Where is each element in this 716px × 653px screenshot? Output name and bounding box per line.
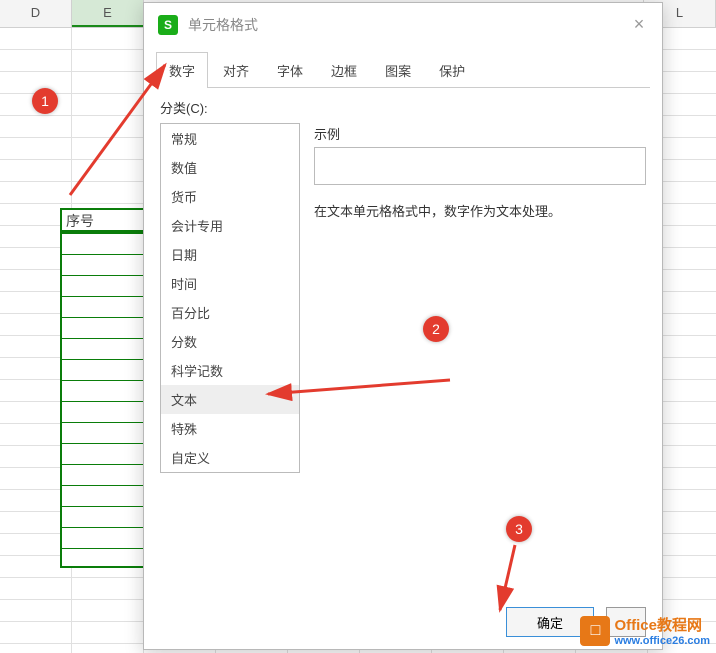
category-list[interactable]: 常规 数值 货币 会计专用 日期 时间 百分比 分数 科学记数 文本 特殊 自定…	[160, 123, 300, 473]
cat-scientific[interactable]: 科学记数	[161, 356, 299, 385]
dialog-titlebar[interactable]: S 单元格格式 ×	[144, 3, 662, 47]
col-header-d[interactable]: D	[0, 0, 72, 27]
watermark-line1: Office教程网	[614, 614, 710, 635]
cat-general[interactable]: 常规	[161, 124, 299, 153]
tab-align[interactable]: 对齐	[210, 52, 262, 88]
tab-border[interactable]: 边框	[318, 52, 370, 88]
cat-fraction[interactable]: 分数	[161, 327, 299, 356]
cat-special[interactable]: 特殊	[161, 414, 299, 443]
cat-percent[interactable]: 百分比	[161, 298, 299, 327]
cat-accounting[interactable]: 会计专用	[161, 211, 299, 240]
tab-protect[interactable]: 保护	[426, 52, 478, 88]
cat-date[interactable]: 日期	[161, 240, 299, 269]
dialog-title: 单元格格式	[188, 15, 258, 35]
tab-font[interactable]: 字体	[264, 52, 316, 88]
cat-currency[interactable]: 货币	[161, 182, 299, 211]
app-icon: S	[158, 15, 178, 35]
cat-time[interactable]: 时间	[161, 269, 299, 298]
annotation-badge-1: 1	[32, 88, 58, 114]
selected-header-cell[interactable]: 序号	[60, 208, 146, 232]
close-icon[interactable]: ×	[630, 15, 648, 33]
cat-custom[interactable]: 自定义	[161, 443, 299, 472]
watermark-line2: www.office26.com	[614, 635, 710, 647]
format-description: 在文本单元格格式中，数字作为文本处理。	[314, 201, 646, 223]
tab-pattern[interactable]: 图案	[372, 52, 424, 88]
sample-label: 示例	[314, 124, 646, 143]
selected-range[interactable]	[60, 232, 146, 568]
cell-format-dialog: S 单元格格式 × 数字 对齐 字体 边框 图案 保护 分类(C): 常规 数值…	[143, 2, 663, 650]
watermark-icon: □	[580, 616, 610, 646]
right-pane: 示例 在文本单元格格式中，数字作为文本处理。	[314, 124, 646, 223]
col-header-e[interactable]: E	[72, 0, 144, 27]
watermark: □ Office教程网 www.office26.com	[580, 614, 710, 647]
tab-number[interactable]: 数字	[156, 52, 208, 88]
cat-number[interactable]: 数值	[161, 153, 299, 182]
annotation-badge-3: 3	[506, 516, 532, 542]
tab-bar: 数字 对齐 字体 边框 图案 保护	[156, 51, 650, 88]
category-label: 分类(C):	[160, 98, 646, 117]
dialog-body: 分类(C): 常规 数值 货币 会计专用 日期 时间 百分比 分数 科学记数 文…	[144, 88, 662, 483]
sample-box	[314, 147, 646, 185]
annotation-badge-2: 2	[423, 316, 449, 342]
cat-text[interactable]: 文本	[161, 385, 299, 414]
